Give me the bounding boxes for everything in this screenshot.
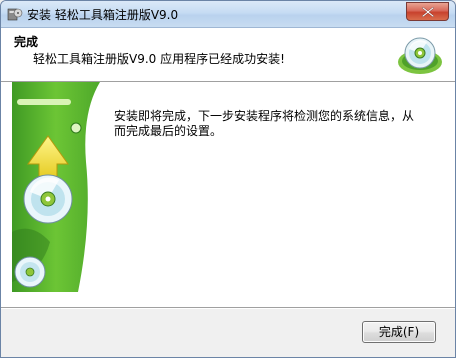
title-bar[interactable]: 安装 轻松工具箱注册版V9.0 [1,1,455,28]
installer-icon [7,8,23,21]
page-subtitle: 轻松工具箱注册版V9.0 应用程序已经成功安装! [33,52,285,66]
page-title: 完成 [14,35,39,49]
content-area: 安装即将完成，下一步安装程序将检测您的系统信息，从而完成最后的设置。 [1,82,455,307]
installer-banner-art [12,82,100,292]
footer-divider [1,307,455,309]
close-button[interactable] [406,2,449,21]
installer-window: 安装 轻松工具箱注册版V9.0 完成 轻松工具箱注册版V9.0 应用程序已经成功… [0,0,456,358]
header-panel: 完成 轻松工具箱注册版V9.0 应用程序已经成功安装! [1,28,455,82]
finish-button[interactable]: 完成(F) [362,321,436,343]
window-title: 安装 轻松工具箱注册版V9.0 [27,8,179,22]
cd-disc-icon [398,37,442,74]
close-icon [422,7,434,17]
completion-message: 安装即将完成，下一步安装程序将检测您的系统信息，从而完成最后的设置。 [114,109,415,138]
